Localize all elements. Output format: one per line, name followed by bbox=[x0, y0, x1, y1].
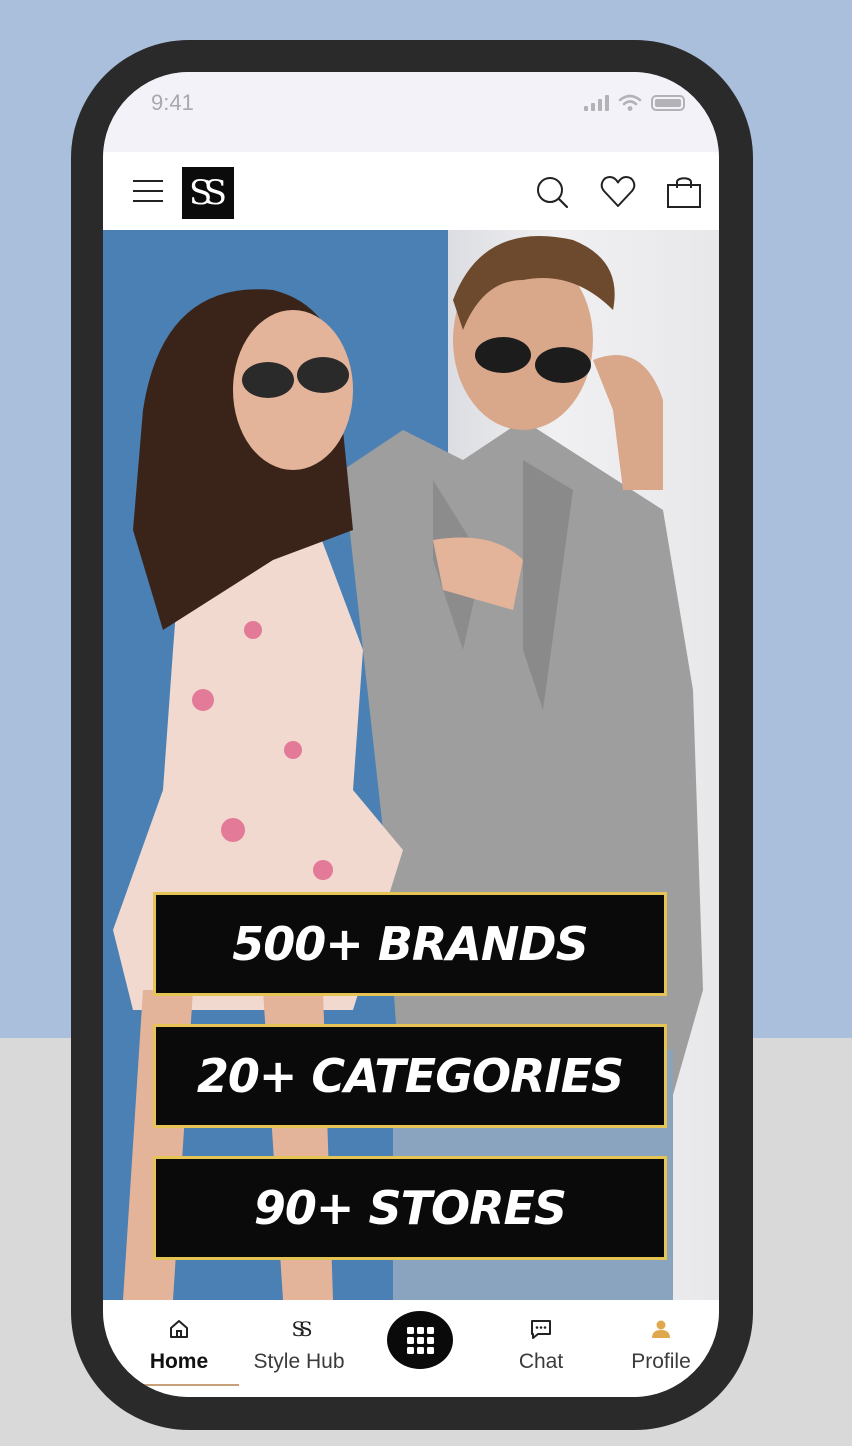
battery-icon bbox=[651, 95, 685, 111]
home-icon bbox=[170, 1320, 188, 1338]
profile-icon bbox=[652, 1320, 670, 1338]
status-icons bbox=[584, 94, 685, 112]
status-bar: 9:41 bbox=[103, 72, 719, 152]
phone-screen: 9:41 SS 500+ BRANDS 20+ CATEGORIES 90+ S… bbox=[103, 72, 719, 1397]
nav-item-chat[interactable]: Chat bbox=[486, 1316, 596, 1374]
stylehub-logo-icon: SS bbox=[291, 1317, 312, 1341]
wifi-icon bbox=[618, 94, 642, 111]
stat-categories-badge: 20+ CATEGORIES bbox=[153, 1024, 667, 1128]
stat-stores-badge: 90+ STORES bbox=[153, 1156, 667, 1260]
search-icon[interactable] bbox=[534, 174, 570, 210]
wishlist-heart-icon[interactable] bbox=[600, 174, 636, 210]
hero-banner: 500+ BRANDS 20+ CATEGORIES 90+ STORES bbox=[103, 230, 719, 1300]
signal-icon bbox=[584, 95, 609, 111]
app-header: SS bbox=[103, 152, 719, 230]
nav-item-style-hub[interactable]: SS Style Hub bbox=[244, 1316, 354, 1374]
active-tab-underline bbox=[119, 1384, 239, 1386]
chat-icon bbox=[531, 1320, 551, 1339]
brand-logo[interactable]: SS bbox=[182, 167, 234, 219]
nav-label-profile: Profile bbox=[631, 1350, 691, 1373]
center-menu-button[interactable] bbox=[387, 1311, 453, 1369]
grid-icon bbox=[406, 1326, 434, 1354]
nav-label-style-hub: Style Hub bbox=[253, 1350, 345, 1373]
bottom-navigation: Home SS Style Hub Chat Profile bbox=[103, 1300, 719, 1397]
hero-models-image bbox=[113, 236, 703, 1300]
nav-label-home: Home bbox=[149, 1350, 209, 1373]
nav-label-chat: Chat bbox=[518, 1350, 564, 1373]
shopping-bag-icon[interactable] bbox=[666, 174, 702, 210]
phone-frame: 9:41 SS 500+ BRANDS 20+ CATEGORIES 90+ S… bbox=[71, 40, 753, 1430]
status-time: 9:41 bbox=[151, 90, 194, 115]
hamburger-menu-icon[interactable] bbox=[133, 180, 163, 202]
nav-item-home[interactable]: Home bbox=[124, 1316, 234, 1374]
nav-item-profile[interactable]: Profile bbox=[606, 1316, 716, 1374]
stat-brands-badge: 500+ BRANDS bbox=[153, 892, 667, 996]
